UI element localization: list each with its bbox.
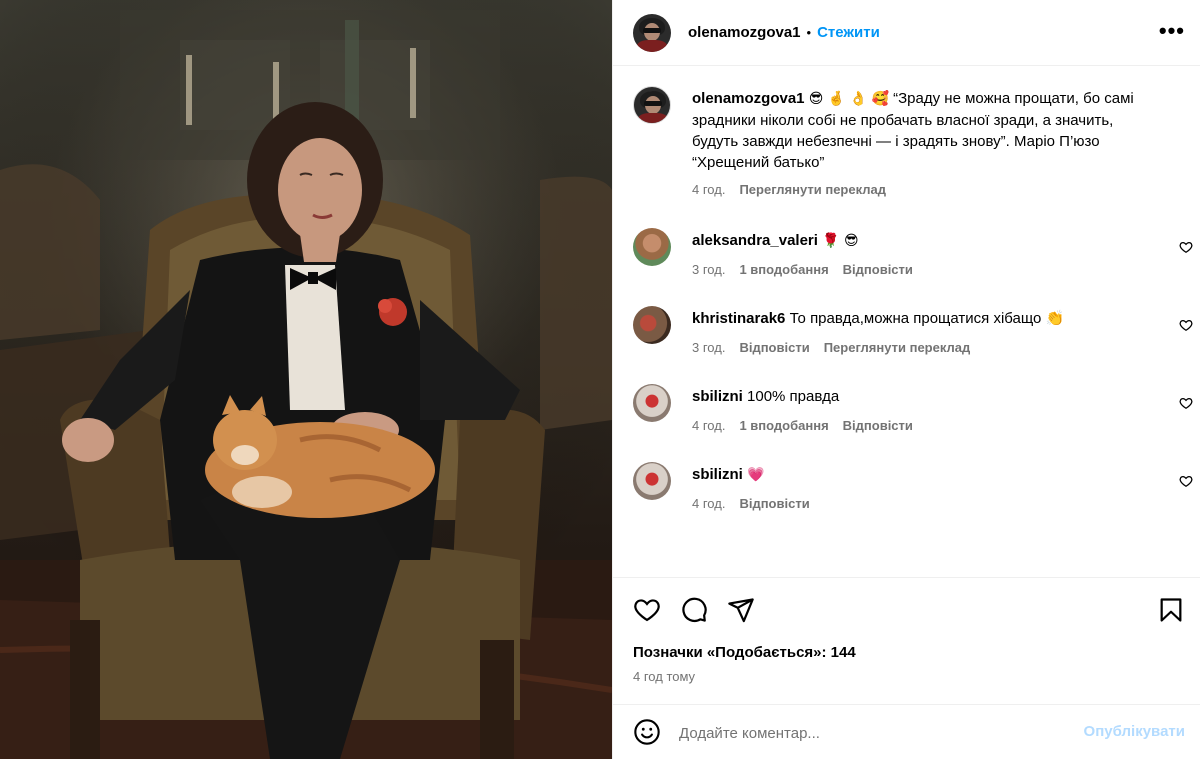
bookmark-icon[interactable] (1157, 596, 1185, 624)
comment-like-heart-icon[interactable] (1179, 474, 1193, 488)
reply-button[interactable]: Відповісти (739, 340, 809, 355)
comment-like-heart-icon[interactable] (1179, 396, 1193, 410)
caption-avatar[interactable] (633, 86, 671, 124)
reply-button[interactable]: Відповісти (843, 262, 913, 277)
author-username[interactable]: olenamozgova1 (688, 24, 801, 41)
commenter-avatar[interactable] (633, 462, 671, 500)
author-avatar[interactable] (633, 13, 671, 52)
share-icon[interactable] (727, 596, 755, 624)
comments-list[interactable]: olenamozgova1 😎 🤞 👌 🥰 “Зраду не можна пр… (613, 67, 1200, 577)
comment-text-block: khristinarak6 То правда,можна прощатися … (692, 308, 1147, 329)
comment-time[interactable]: 4 год. (692, 496, 725, 511)
comment-input[interactable] (679, 722, 1059, 744)
post-photo[interactable] (0, 0, 612, 759)
comment-username[interactable]: sbilizni (692, 466, 743, 483)
post-header: olenamozgova1 • Стежити ••• (613, 0, 1200, 66)
comment-time[interactable]: 3 год. (692, 262, 725, 277)
comment-text-block: sbilizni 100% правда (692, 386, 1147, 407)
comment-meta: 3 год. 1 вподобання Відповісти (692, 262, 913, 277)
more-icon[interactable]: ••• (1159, 20, 1185, 42)
comment-time[interactable]: 3 год. (692, 340, 725, 355)
caption-translate-link[interactable]: Переглянути переклад (739, 182, 886, 197)
post-side-panel: olenamozgova1 • Стежити ••• olenamozgova… (612, 0, 1200, 759)
comment-like-heart-icon[interactable] (1179, 318, 1193, 332)
post-actions: Позначки «Подобається»: 144 4 год тому (613, 577, 1200, 697)
caption-meta: 4 год. Переглянути переклад (692, 182, 886, 197)
comment-text: 🌹 😎 (822, 233, 859, 249)
comment-text: То правда,можна прощатися хібащо 👏 (789, 310, 1065, 327)
comment-likes[interactable]: 1 вподобання (739, 262, 828, 277)
emoji-icon[interactable] (633, 718, 661, 746)
commenter-avatar[interactable] (633, 228, 671, 266)
reply-button[interactable]: Відповісти (843, 418, 913, 433)
comment-likes[interactable]: 1 вподобання (739, 418, 828, 433)
comment-time[interactable]: 4 год. (692, 418, 725, 433)
comment-meta: 4 год. 1 вподобання Відповісти (692, 418, 913, 433)
commenter-avatar[interactable] (633, 384, 671, 422)
comment-like-heart-icon[interactable] (1179, 240, 1193, 254)
heart-icon[interactable] (633, 596, 661, 624)
comment-text: 100% правда (747, 388, 840, 405)
separator-dot: • (806, 25, 812, 40)
comment-translate-link[interactable]: Переглянути переклад (824, 340, 971, 355)
commenter-avatar[interactable] (633, 306, 671, 344)
comment-username[interactable]: khristinarak6 (692, 310, 785, 327)
caption-emojis: 😎 🤞 👌 🥰 (808, 91, 889, 107)
post-time[interactable]: 4 год тому (633, 669, 695, 684)
comment-username[interactable]: aleksandra_valeri (692, 232, 818, 249)
post-modal: olenamozgova1 • Стежити ••• olenamozgova… (0, 0, 1200, 759)
comment-username[interactable]: sbilizni (692, 388, 743, 405)
reply-button[interactable]: Відповісти (739, 496, 809, 511)
post-photo-illustration (0, 0, 612, 759)
comment-icon[interactable] (680, 596, 708, 624)
comment-text-block: aleksandra_valeri 🌹 😎 (692, 230, 1147, 252)
caption-username[interactable]: olenamozgova1 (692, 90, 805, 107)
likes-count[interactable]: Позначки «Подобається»: 144 (633, 644, 856, 661)
follow-button[interactable]: Стежити (817, 24, 880, 41)
comment-text: 💗 (747, 467, 765, 483)
comment-meta: 3 год. Відповісти Переглянути переклад (692, 340, 970, 355)
add-comment-bar: Опублікувати (613, 704, 1200, 759)
caption-time[interactable]: 4 год. (692, 182, 725, 197)
comment-meta: 4 год. Відповісти (692, 496, 810, 511)
publish-comment-button[interactable]: Опублікувати (1084, 723, 1185, 740)
comment-text-block: sbilizni 💗 (692, 464, 1147, 486)
caption-text-block: olenamozgova1 😎 🤞 👌 🥰 “Зраду не можна пр… (692, 88, 1162, 173)
